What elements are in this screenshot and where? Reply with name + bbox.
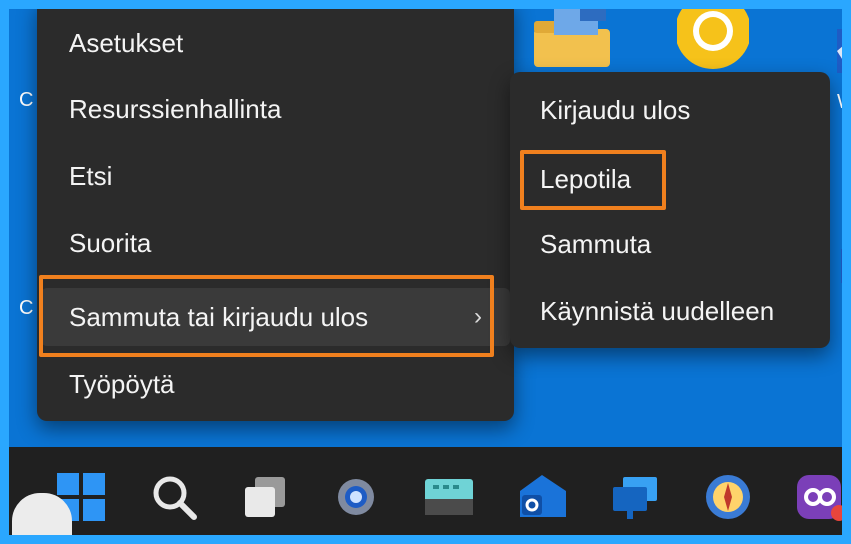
submenu-item-sign-out[interactable]: Kirjaudu ulos — [518, 82, 822, 138]
desktop-icon-label-partial: C — [19, 89, 34, 111]
browser-icon[interactable] — [677, 9, 749, 71]
menu-item-search[interactable]: Etsi — [41, 147, 510, 205]
compass-icon[interactable] — [702, 471, 754, 523]
menu-item-label: Työpöytä — [69, 369, 175, 399]
mouse-cursor-overlay — [12, 493, 72, 544]
clipchamp-icon[interactable] — [795, 471, 847, 523]
folder-icon[interactable] — [524, 9, 620, 67]
desktop-icon-label-partial: W — [837, 91, 842, 114]
task-view-icon[interactable] — [239, 471, 291, 523]
power-user-menu: Asetukset Resurssienhallinta Etsi Suorit… — [37, 0, 514, 421]
keyboard-icon[interactable] — [423, 471, 475, 523]
outlook-icon[interactable] — [516, 471, 568, 523]
desktop-icon-label-partial: C — [19, 297, 34, 319]
search-icon[interactable] — [148, 471, 200, 523]
settings-gear-icon[interactable] — [330, 471, 382, 523]
word-icon[interactable] — [831, 29, 842, 81]
highlight-outline-sleep — [520, 150, 666, 210]
menu-item-label: Etsi — [69, 161, 113, 191]
menu-item-run[interactable]: Suorita — [41, 214, 510, 272]
submenu-item-restart[interactable]: Käynnistä uudelleen — [518, 283, 822, 339]
taskbar — [9, 447, 847, 544]
highlight-outline-shutdown — [39, 275, 494, 357]
menu-item-settings[interactable]: Asetukset — [41, 14, 510, 72]
submenu-item-label: Kirjaudu ulos — [540, 95, 691, 125]
menu-item-desktop[interactable]: Työpöytä — [41, 355, 510, 413]
app-icon-partial[interactable] — [835, 209, 842, 283]
menu-item-label: Suorita — [69, 228, 152, 258]
menu-item-label: Resurssienhallinta — [69, 94, 282, 124]
menu-item-label: Asetukset — [69, 28, 184, 58]
shutdown-submenu: Kirjaudu ulos Lepotila Sammuta Käynnistä… — [510, 72, 830, 348]
submenu-item-label: Käynnistä uudelleen — [540, 296, 775, 326]
menu-item-file-explorer[interactable]: Resurssienhallinta — [41, 80, 510, 138]
remote-desktop-icon[interactable] — [609, 471, 661, 523]
submenu-item-shut-down[interactable]: Sammuta — [518, 216, 822, 272]
submenu-item-label: Sammuta — [540, 229, 652, 259]
